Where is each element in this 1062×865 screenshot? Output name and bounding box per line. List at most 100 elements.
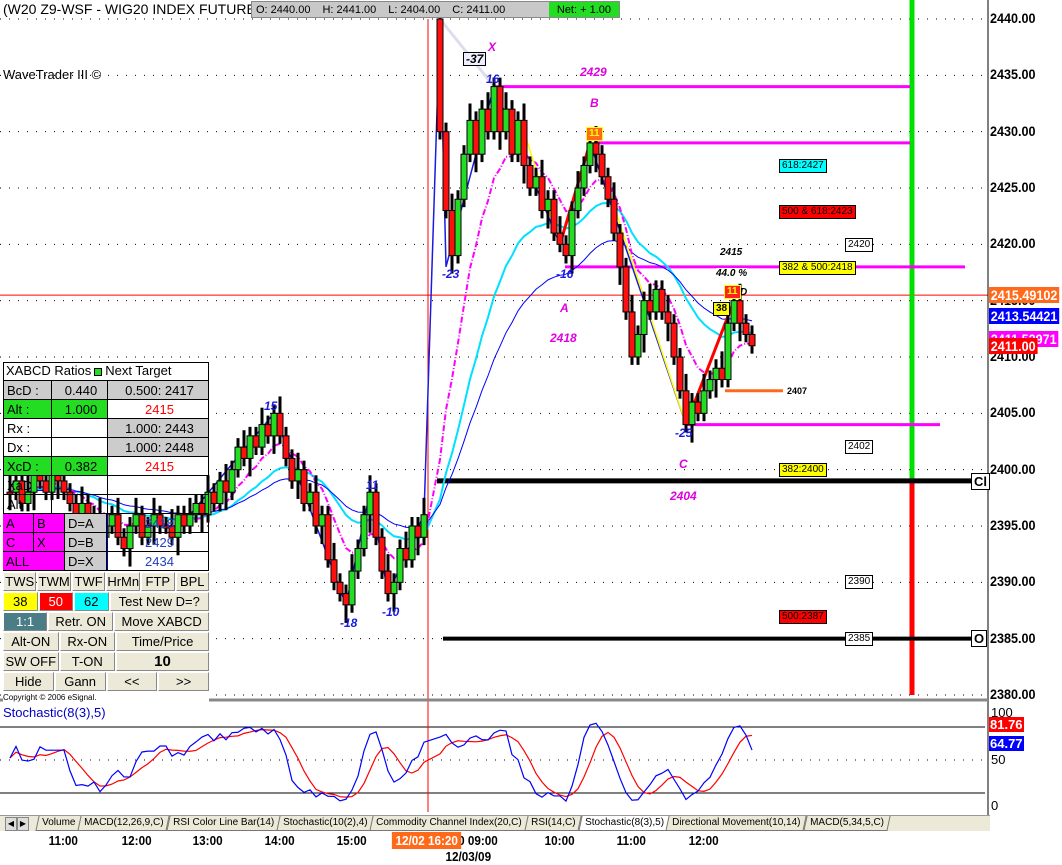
select-point-button[interactable]: A	[3, 514, 34, 532]
candle-body	[246, 435, 254, 459]
wave-minus-18: -18	[340, 616, 358, 630]
candle-body	[408, 525, 416, 561]
box-11-b: 11	[586, 127, 603, 141]
close-line-tag[interactable]: Cl	[971, 473, 990, 490]
study-tab[interactable]: RSI Color Line Bar(14)	[166, 816, 281, 831]
select-point-button[interactable]: B	[34, 514, 65, 532]
wave-minus-10: -10	[382, 605, 400, 619]
level-500-2387: 500:2387	[779, 610, 827, 624]
candle-body	[442, 131, 450, 212]
panel-button-time-price[interactable]: Time/Price	[116, 632, 209, 651]
ratio-row: Dx : 1.000: 2448	[3, 438, 209, 457]
study-tabs: ◀ ▶ Volume MACD(12,26,9,C) RSI Color Line …	[0, 815, 990, 831]
study-tab-label: MACD(12,26,9,C)	[84, 817, 164, 828]
panel-button-gann[interactable]: Gann	[54, 672, 106, 691]
panel-button-move-xabcd[interactable]: Move XABCD	[114, 612, 209, 631]
candle-body	[610, 198, 618, 234]
panel-button-hrmn[interactable]: HrMn	[106, 572, 141, 591]
panel-button-bpl[interactable]: BPL	[175, 572, 209, 591]
level-382-2400: 382:2400	[779, 463, 827, 477]
candle-body	[330, 559, 338, 583]
candle-body	[706, 379, 714, 392]
label-b-price: 2429	[580, 65, 607, 79]
price-tick: 2425.00	[990, 179, 1036, 195]
study-tab[interactable]: Stochastic(8(3),5)	[577, 816, 671, 831]
price-tick: 2380.00	[990, 686, 1036, 702]
panel-button-twf[interactable]: TWF	[71, 572, 106, 591]
candle-body	[508, 108, 516, 155]
panel-button-10[interactable]: 10	[116, 652, 209, 671]
study-tab[interactable]: Stochastic(10(2),4)	[276, 816, 375, 831]
high-value: H: 2441.00	[322, 3, 377, 16]
candle-body	[550, 198, 558, 234]
study-tab[interactable]: RSI(14,C)	[524, 816, 583, 831]
select-point-button[interactable]: C	[3, 533, 34, 551]
tab-scroll-left[interactable]: ◀	[5, 816, 17, 831]
candle-body	[372, 491, 380, 538]
study-tab[interactable]: MACD(5,34,5,C)	[803, 816, 891, 831]
candle-body	[700, 390, 708, 414]
ratio-value	[52, 476, 108, 494]
select-all-button[interactable]: ALL	[3, 552, 65, 570]
panel-button-hide[interactable]: Hide	[3, 672, 54, 691]
study-tab[interactable]: Volume	[35, 816, 82, 831]
level-2385: 2385	[845, 632, 874, 646]
panel-button-62[interactable]: 62	[74, 592, 109, 611]
candle-body	[712, 367, 720, 381]
panel-button-50[interactable]: 50	[38, 592, 73, 611]
wave-11: 11	[366, 478, 379, 492]
candle-body	[640, 300, 648, 335]
open-line-tag[interactable]: O	[971, 630, 988, 647]
panel-button-ftp[interactable]: FTP	[141, 572, 175, 591]
d-target-value: 2434	[107, 552, 209, 570]
ratio-row: Alt	[3, 495, 209, 514]
ratio-label: XaD	[4, 476, 52, 494]
candle-body	[496, 86, 504, 133]
panel-button-sw-off[interactable]: SW OFF	[3, 652, 59, 671]
label-target: 2415	[720, 247, 743, 258]
d-equals-option[interactable]: D=B	[65, 533, 107, 551]
level-2390: 2390	[845, 575, 874, 589]
panel-button-alt-on[interactable]: Alt-ON	[3, 632, 59, 651]
candle-body	[490, 86, 498, 133]
panel-button-test-new-d[interactable]: Test New D=?	[109, 592, 209, 611]
price-tick: 2440.00	[990, 10, 1036, 26]
price-tick: 2405.00	[990, 404, 1036, 421]
box-minus-37: -37	[463, 52, 487, 66]
label-c-price: 2404	[670, 489, 697, 503]
panel-button-1-1[interactable]: 1:1	[3, 612, 48, 631]
candle-body	[520, 119, 528, 166]
candle-body	[448, 210, 456, 257]
panel-button-38[interactable]: 38	[3, 592, 38, 611]
candle-body	[502, 108, 510, 133]
candle-body	[318, 514, 326, 527]
panel-button-[interactable]: >>	[158, 672, 209, 691]
panel-button-twm[interactable]: TWM	[37, 572, 71, 591]
panel-button-retr-on[interactable]: Retr. ON	[48, 612, 114, 631]
tab-scroll-right[interactable]: ▶	[17, 816, 29, 831]
study-tab[interactable]: MACD(12,26,9,C)	[77, 816, 171, 831]
candle-body	[688, 401, 696, 426]
study-tab-label: Stochastic(10(2),4)	[283, 817, 368, 828]
candle-body	[390, 581, 398, 595]
select-point-button[interactable]: X	[34, 533, 65, 551]
ratio-row: BcD :0.440 0.500: 2417	[3, 381, 209, 400]
time-label: 13:00	[192, 833, 223, 848]
candle-body	[228, 469, 236, 493]
next-target-checkbox[interactable]	[94, 367, 103, 376]
candle-body	[324, 514, 332, 561]
panel-button-tws[interactable]: TWS	[3, 572, 37, 591]
d-equals-option[interactable]: D=A	[65, 514, 107, 532]
panel-button-rx-on[interactable]: Rx-ON	[59, 632, 116, 651]
label-2407: 2407	[787, 386, 808, 396]
ohlc-box: O: 2440.00 H: 2441.00 L: 2404.00 C: 2411…	[251, 1, 620, 18]
study-tab[interactable]: Commodity Channel Index(20,C)	[369, 816, 529, 831]
panel-button-[interactable]: <<	[106, 672, 158, 691]
ratio-value	[52, 438, 108, 456]
panel-button-t-on[interactable]: T-ON	[59, 652, 116, 671]
label-b: B	[590, 96, 599, 110]
ratio-value: 0.440	[52, 381, 108, 399]
study-tab[interactable]: Directional Movement(10,14)	[665, 816, 808, 831]
d-equals-option[interactable]: D=X	[65, 552, 107, 570]
candle-body	[472, 119, 480, 155]
